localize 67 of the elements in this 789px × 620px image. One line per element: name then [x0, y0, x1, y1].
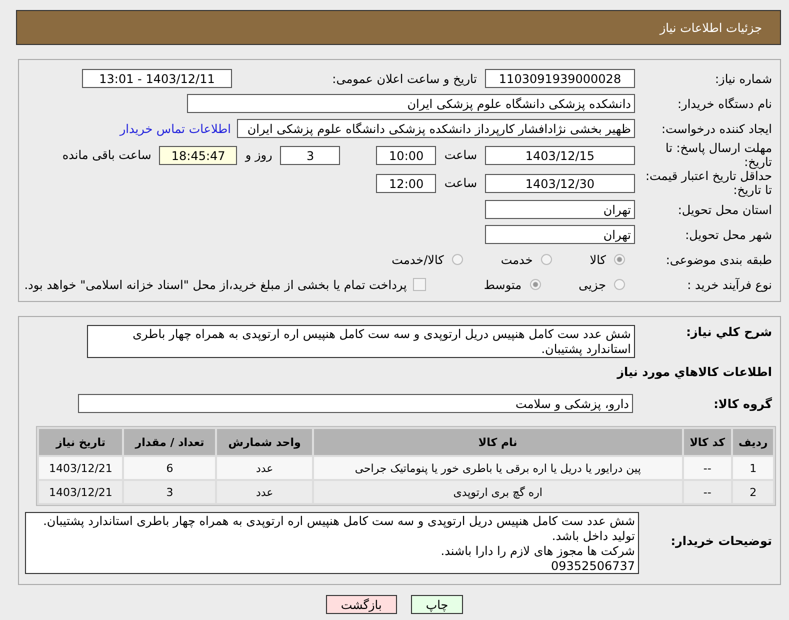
page-title: جزئیات اطلاعات نیاز — [660, 20, 762, 34]
checkbox[interactable] — [412, 278, 426, 291]
buyer-notes-textarea[interactable]: شش عدد ست کامل هنپیس دریل ارتوپدی و سه ست کامل هنپیس اره ارتوپدی به همراه چهار باطری استاندارد پشتیبان. تولید داخل باشد. شرکت ها مجوز های لازم را دارا باشند. 09352506737 — [25, 512, 639, 574]
time-label: ساعت — [443, 176, 478, 190]
city-field: تهران — [485, 225, 635, 244]
remaining-label: ساعت باقی مانده — [61, 148, 152, 162]
column-header: ردیف — [733, 429, 773, 455]
field-label: استان محل تحویل: — [676, 202, 773, 216]
buyer-contact-link[interactable]: اطلاعات تماس خریدار — [120, 122, 237, 136]
table-cell: 3 — [124, 481, 216, 503]
radio-label: متوسط — [484, 278, 522, 292]
column-header: کد کالا — [684, 429, 732, 455]
table-cell: -- — [684, 481, 732, 503]
table-cell: 6 — [124, 457, 216, 479]
action-button[interactable]: چاپ — [410, 595, 464, 614]
table-cell: 2 — [733, 481, 773, 503]
time-label: ساعت — [443, 148, 478, 162]
field-label: نوع فرآیند خرید : — [686, 278, 773, 292]
field-label: ایجاد کننده درخواست: — [660, 122, 773, 136]
requester-field: ظهیر بخشی نژادافشار کارپرداز دانشکده پزشکی دانشگاه علوم پزشکی ایران — [237, 119, 635, 138]
description-textarea[interactable]: شش عدد ست کامل هنپیس دریل ارتوپدی و سه ست کامل هنپیس اره ارتوپدی به همراه چهار باطری استاندارد پشتیبان. — [87, 325, 635, 358]
field-label: نام دستگاه خریدار: — [676, 96, 773, 110]
field-label: توضیحات خریدار: — [670, 533, 773, 548]
column-header: تاریخ نیاز — [39, 429, 122, 455]
province-field: تهران — [485, 200, 635, 219]
days-field: 3 — [280, 146, 340, 164]
column-header: واحد شمارش — [217, 429, 312, 455]
table-cell: 1403/12/21 — [39, 481, 122, 503]
field-label: مهلت ارسال پاسخ: تا تاریخ: — [664, 141, 773, 169]
field-label: شهر محل تحویل: — [684, 228, 773, 242]
remaining-time-field: 18:45:47 — [159, 146, 238, 164]
table-cell: عدد — [217, 457, 312, 479]
radio-button[interactable] — [530, 279, 541, 290]
buyer-org-field: دانشکده پزشکی دانشگاه علوم پزشکی ایران — [187, 94, 635, 113]
field-label: شماره نیاز: — [714, 72, 773, 86]
days-label: روز و — [244, 148, 274, 162]
table-cell: اره گچ بری ارتوپدی — [314, 481, 682, 503]
table-cell: 1 — [733, 457, 773, 479]
field-label: گروه کالا: — [712, 396, 773, 410]
table-cell: -- — [684, 457, 732, 479]
field-label: شرح کلي نياز: — [685, 325, 773, 339]
column-header: نام کالا — [314, 429, 682, 455]
column-header: تعداد / مقدار — [124, 429, 216, 455]
radio-button[interactable] — [614, 254, 625, 265]
validity-time-field: 12:00 — [376, 174, 436, 192]
goods-group-field: دارو، پزشکی و سلامت — [78, 394, 633, 413]
radio-label: جزیی — [578, 278, 606, 292]
field-label: تاریخ و ساعت اعلان عمومی: — [331, 72, 478, 86]
radio-button[interactable] — [614, 279, 625, 290]
need-number-field: 1103091939000028 — [485, 69, 635, 88]
table-cell: پین درایور یا دریل یا اره برقی یا باطری خور یا پنوماتیک جراحی — [314, 457, 682, 479]
deadline-date-field: 1403/12/15 — [485, 146, 635, 164]
action-button[interactable]: بازگشت — [326, 595, 397, 614]
radio-label: خدمت — [500, 252, 533, 266]
deadline-time-field: 10:00 — [376, 146, 436, 164]
radio-button[interactable] — [452, 254, 463, 265]
table-cell: عدد — [217, 481, 312, 503]
radio-button[interactable] — [540, 254, 552, 265]
announce-date-field: 1403/12/11 - 13:01 — [82, 69, 232, 88]
validity-date-field: 1403/12/30 — [485, 174, 635, 192]
table-cell: 1403/12/21 — [39, 457, 122, 479]
field-label: حداقل تاریخ اعتبار قیمت: تا تاریخ: — [644, 169, 773, 197]
radio-label: کالا/خدمت — [392, 252, 444, 266]
radio-label: کالا — [590, 252, 606, 266]
field-label: طبقه بندی موضوعی: — [664, 252, 773, 266]
checkbox-label: پرداخت تمام یا بخشی از مبلغ خرید،از محل "اسناد خزانه اسلامی" خواهد بود. — [24, 278, 407, 292]
section-title: اطلاعات کالاهاي مورد نياز — [617, 364, 773, 378]
